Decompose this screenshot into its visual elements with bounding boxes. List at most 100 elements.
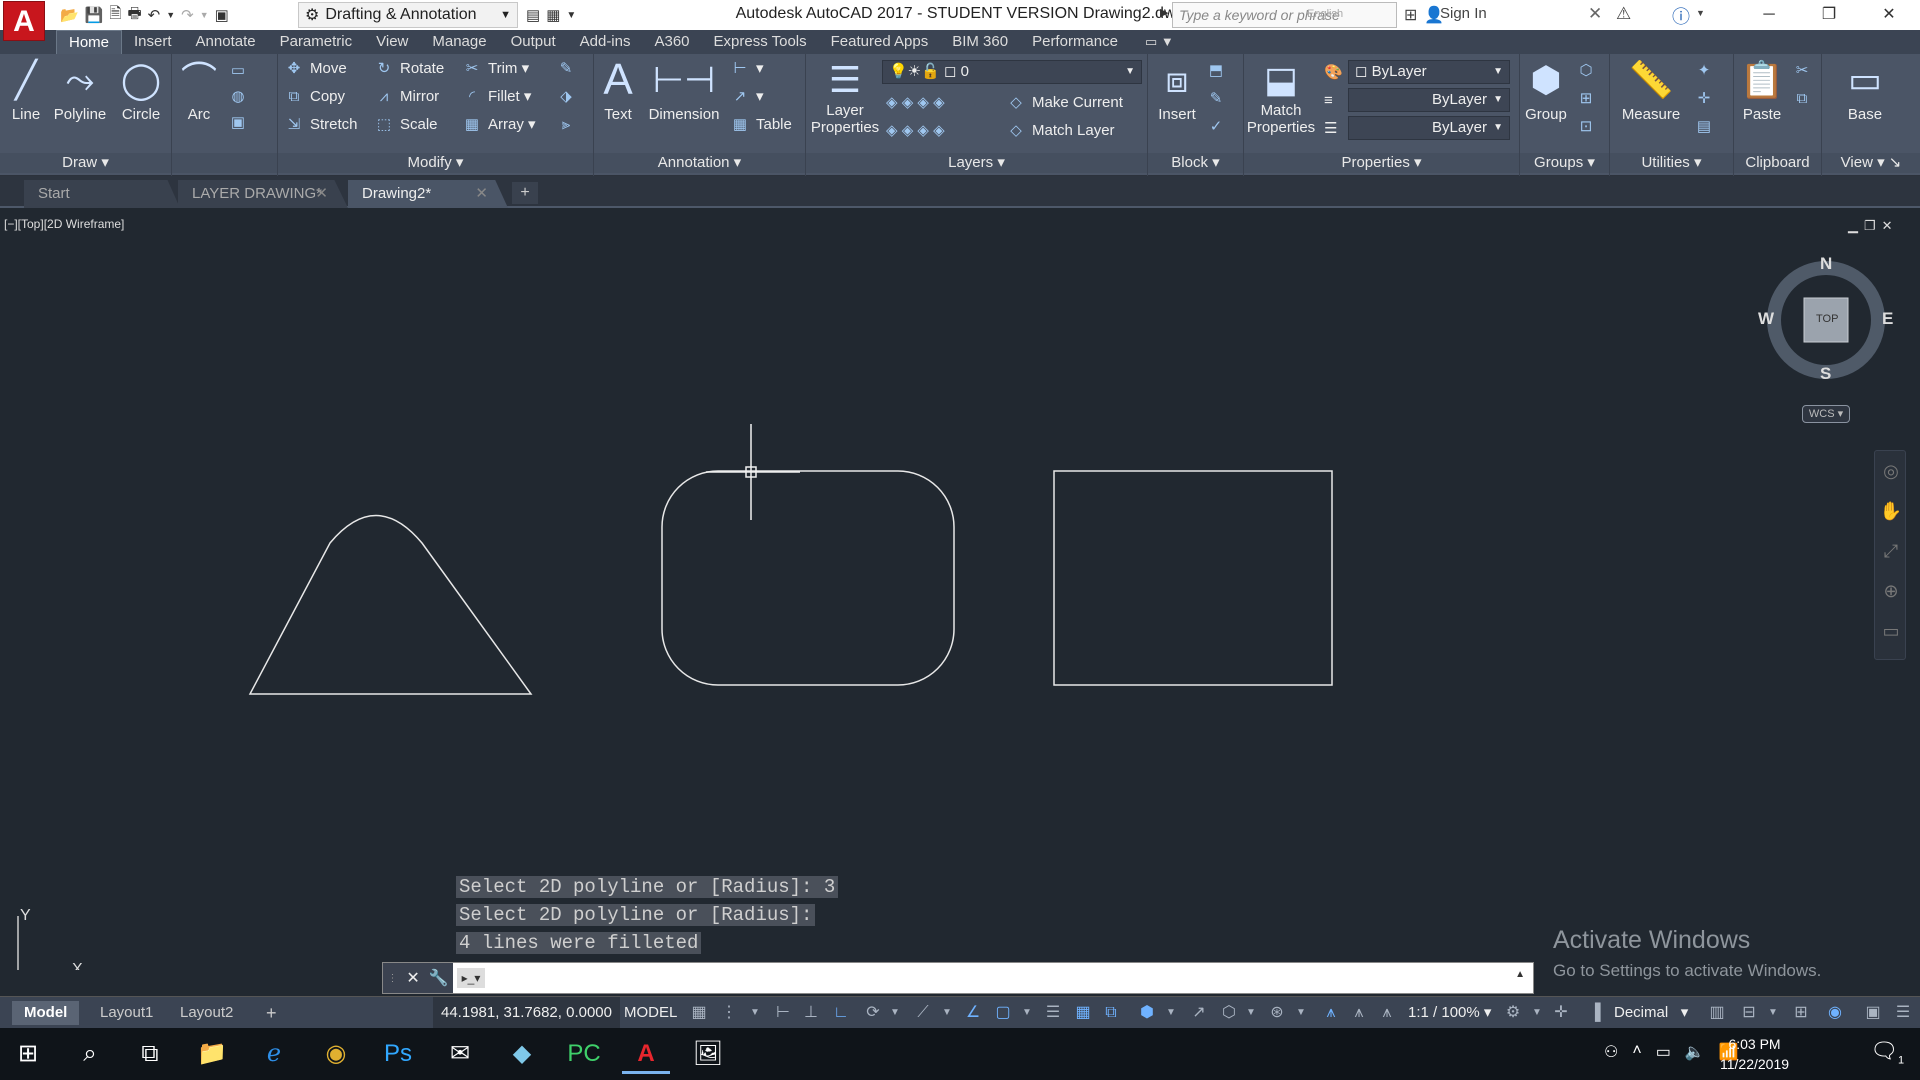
fillet-rectangle[interactable] (661, 470, 955, 686)
isolate-objects-icon[interactable]: ⊞ (1790, 1001, 1812, 1025)
rectangle-button[interactable]: ▭ (228, 58, 254, 84)
coordinates-readout[interactable]: 44.1981, 31.7682, 0.0000 (433, 997, 620, 1029)
edit-block-button[interactable]: ✎ (1206, 86, 1232, 112)
customization-icon[interactable]: ☰ (1892, 1001, 1914, 1025)
viewcube[interactable]: TOP N S E W (1756, 250, 1896, 390)
steering-wheel-icon[interactable]: ◎ (1875, 451, 1907, 491)
zoom-extents-icon[interactable]: ⤢ (1875, 531, 1907, 571)
erase-button[interactable]: ✎ (556, 56, 582, 82)
rotate-button[interactable]: ↻ Rotate (374, 56, 445, 82)
orbit-icon[interactable]: ⊕ (1875, 571, 1907, 611)
tab-featured-apps[interactable]: Featured Apps (819, 30, 941, 54)
photoshop-icon[interactable]: Ps (374, 1034, 422, 1074)
plain-rectangle[interactable] (1053, 470, 1333, 686)
compass-south[interactable]: S (1820, 364, 1831, 384)
taskbar-clock[interactable]: 6:03 PM 11/22/2019 (1720, 1034, 1789, 1074)
draw-panel-label[interactable]: Draw ▾ (0, 153, 171, 173)
search-input[interactable]: Type a keyword or phrase (1172, 2, 1397, 28)
table-button[interactable]: ▦ Table (730, 112, 792, 138)
create-block-button[interactable]: ⬒ (1206, 58, 1232, 84)
calculator-button[interactable]: ▤ (1694, 114, 1720, 140)
object-snap-dropdown-icon[interactable]: ▼ (1016, 1001, 1038, 1025)
grid-icon[interactable]: ▦ (688, 1001, 710, 1025)
annotation-monitor-icon[interactable]: ✛ (1550, 1001, 1572, 1025)
quick-select-button[interactable]: ✦ (1694, 58, 1720, 84)
ortho-icon[interactable]: ∟ (830, 1001, 852, 1025)
edge-icon[interactable]: ℯ (250, 1034, 298, 1074)
object-snap-tracking-icon[interactable]: ∠ (962, 1001, 984, 1025)
group-edit-button[interactable]: ⊞ (1576, 86, 1602, 112)
linear-dim-button[interactable]: ⊢ ▾ (730, 56, 763, 82)
array-button[interactable]: ▦ Array ▾ (462, 112, 536, 138)
sign-in-link[interactable]: Sign In (1440, 5, 1487, 22)
region-button[interactable]: ▣ (228, 110, 254, 136)
3d-osnap-icon[interactable]: ⬢ (1136, 1001, 1158, 1025)
mirror-button[interactable]: ⩘ Mirror (374, 84, 439, 110)
close-button[interactable]: ✕ (1860, 0, 1918, 30)
pan-icon[interactable]: ✋ (1875, 491, 1907, 531)
explode-button[interactable]: ⬗ (556, 84, 582, 110)
line-button[interactable]: ╱ Line (6, 58, 46, 123)
match-properties-button[interactable]: ⬓ Match Properties (1246, 58, 1316, 136)
tab-annotate[interactable]: Annotate (184, 30, 268, 54)
command-prompt-icon[interactable]: ▸_▾ (457, 968, 485, 988)
layer-tools-row2[interactable]: ◈ ◈ ◈ ◈ (886, 118, 945, 144)
battery-icon[interactable]: ▭ (1656, 1042, 1671, 1062)
tab-a360[interactable]: A360 (642, 30, 701, 54)
group-select-button[interactable]: ⊡ (1576, 114, 1602, 140)
exchange-icon[interactable]: ✕ (1588, 4, 1602, 24)
object-snap-icon[interactable]: ▢ (992, 1001, 1014, 1025)
compass-west[interactable]: W (1758, 309, 1774, 329)
binoculars-icon[interactable]: ⊞ (1404, 5, 1417, 25)
annotation-scale-icon[interactable]: ⩚ (1376, 1001, 1398, 1025)
tab-parametric[interactable]: Parametric (268, 30, 365, 54)
snap-dropdown-icon[interactable]: ▼ (744, 1001, 766, 1025)
tab-addins[interactable]: Add-ins (568, 30, 643, 54)
showmotion-icon[interactable]: ▭ (1875, 611, 1907, 651)
workspace-select[interactable]: ⚙ Drafting & Annotation ▼ (298, 2, 518, 28)
viewcube-top-face[interactable]: TOP (1816, 313, 1838, 325)
selection-filter-icon[interactable]: ⬡ (1218, 1001, 1240, 1025)
doc-tab-layer-drawing[interactable]: LAYER DRAWING* ✕ (178, 180, 348, 208)
isodraft-dropdown-icon[interactable]: ▼ (936, 1001, 958, 1025)
units-dropdown[interactable]: Decimal ▾ (1614, 997, 1688, 1029)
layout-tab-layout1[interactable]: Layout1 (88, 1001, 165, 1025)
redo-icon[interactable]: ↷ (181, 6, 194, 24)
view-panel-label[interactable]: View ▾ ↘ (1822, 153, 1920, 173)
customize-dropdown-icon[interactable]: ▼ (566, 10, 576, 21)
ungroup-button[interactable]: ⬡ (1576, 58, 1602, 84)
new-tab-button[interactable]: + (512, 182, 538, 204)
add-layout-button[interactable]: + (254, 1001, 289, 1025)
close-tab-icon[interactable]: ✕ (475, 180, 488, 208)
annotation-visibility-icon[interactable]: ⩚ (1320, 1001, 1342, 1025)
clean-screen-icon[interactable]: ▣ (1862, 1001, 1884, 1025)
transparency-icon[interactable]: ▦ (1072, 1001, 1094, 1025)
stretch-button[interactable]: ⇲ Stretch (284, 112, 358, 138)
auto-scale-icon[interactable]: ⩚ (1348, 1001, 1370, 1025)
gizmo-icon[interactable]: ⊛ (1266, 1001, 1288, 1025)
share-icon[interactable]: ▣ (215, 6, 229, 24)
chrome-icon[interactable]: ◉ (312, 1034, 360, 1074)
a360-icon[interactable]: ⚠ (1616, 4, 1631, 24)
hardware-acceleration-icon[interactable]: ◉ (1824, 1001, 1846, 1025)
fillet-button[interactable]: ◜ Fillet ▾ (462, 84, 531, 110)
insert-button[interactable]: ⧈ Insert (1152, 58, 1202, 123)
layer-dropdown[interactable]: 💡☀🔓 ◻ 0 ▼ (882, 60, 1142, 84)
polar-icon[interactable]: ⟳ (862, 1001, 884, 1025)
layout-tab-layout2[interactable]: Layout2 (168, 1001, 245, 1025)
annotation-scale-dropdown[interactable]: 1:1 / 100% ▾ (1408, 997, 1491, 1029)
group-button[interactable]: ⬢ Group (1522, 58, 1570, 123)
infer-icon[interactable]: ⊢ (772, 1001, 794, 1025)
groups-panel-label[interactable]: Groups ▾ (1520, 153, 1609, 173)
volume-icon[interactable]: 🔈 (1685, 1042, 1705, 1062)
pycharm-icon[interactable]: PC (560, 1034, 608, 1074)
circle-button[interactable]: ◯ Circle (118, 58, 164, 123)
drawing-canvas[interactable]: Y X (0, 210, 1920, 970)
open-icon[interactable]: 📂 (60, 6, 79, 24)
command-input[interactable] (491, 966, 1491, 990)
workspace-switch-icon[interactable]: ⚙ (1502, 1001, 1524, 1025)
tab-insert[interactable]: Insert (122, 30, 184, 54)
workspace-dropdown-icon[interactable]: ▼ (1526, 1001, 1548, 1025)
doc-tab-drawing2[interactable]: Drawing2* ✕ (348, 180, 508, 208)
lineweight-dropdown[interactable]: ByLayer ▼ (1348, 88, 1510, 112)
